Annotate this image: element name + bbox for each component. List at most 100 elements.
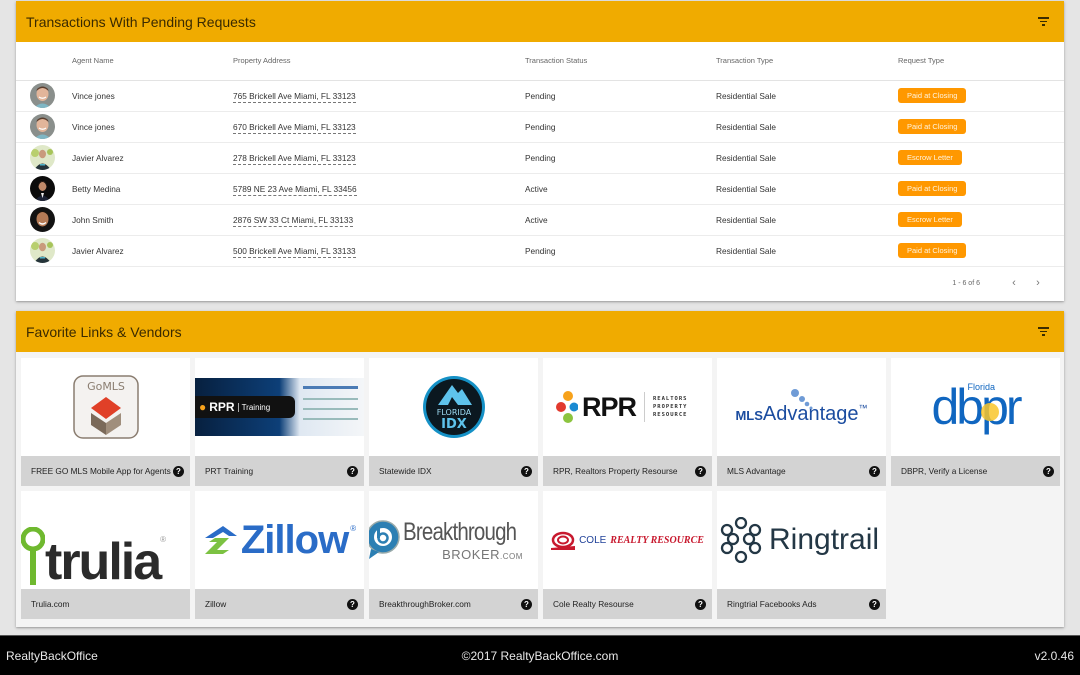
table-row[interactable]: Betty Medina 5789 NE 23 Ave Miami, FL 334… (16, 173, 1064, 205)
transactions-header: Transactions With Pending Requests (16, 1, 1064, 42)
help-icon[interactable]: ? (695, 598, 706, 610)
avatar (30, 114, 55, 139)
help-icon[interactable]: ? (521, 598, 532, 610)
help-icon[interactable]: ? (869, 598, 880, 610)
vendor-logo[interactable]: Florida dbpr (891, 358, 1060, 456)
vendor-tile-gomls[interactable]: GoMLS FREE GO MLS Mobile App for Agents? (21, 358, 190, 486)
vendor-tile-zillow[interactable]: Zillow ® Zillow? (195, 491, 364, 619)
property-address-link[interactable]: 5789 NE 23 Ave Miami, FL 33456 (233, 183, 357, 196)
property-address-link[interactable]: 500 Brickell Ave Miami, FL 33133 (233, 245, 356, 258)
vendor-tile-breakthrough[interactable]: Breakthrough BROKER.COM BreakthroughBroker… (369, 491, 538, 619)
svg-text:FLORIDA: FLORIDA (436, 408, 471, 417)
vendor-caption: FREE GO MLS Mobile App for Agents? (21, 456, 190, 486)
request-type-badge[interactable]: Paid at Closing (898, 243, 967, 258)
vendor-label[interactable]: BreakthroughBroker.com (379, 598, 471, 611)
vendor-tile-ringtrail[interactable]: Ringtrail Ringtrial Facebooks Ads? (717, 491, 886, 619)
help-icon[interactable]: ? (1043, 465, 1054, 477)
florida-idx-logo: FLORIDAIDX (422, 376, 485, 438)
vendor-tile-rpr[interactable]: RPR REALTORS PROPERTY RESOURCE RPR, Realto… (543, 358, 712, 486)
agent-name: Javier Alvarez (72, 235, 233, 267)
gomls-logo-icon: GoMLS (72, 375, 139, 439)
property-address-link[interactable]: 765 Brickell Ave Miami, FL 33123 (233, 90, 356, 103)
request-type-badge[interactable]: Escrow Letter (898, 150, 962, 165)
vendor-label[interactable]: RPR, Realtors Property Resourse (553, 465, 678, 478)
transaction-status: Pending (525, 142, 716, 174)
help-icon[interactable]: ? (695, 465, 706, 477)
column-header-request-type[interactable]: Request Type (898, 42, 1064, 81)
vendor-caption: PRT Training? (195, 456, 364, 486)
property-address-link[interactable]: 278 Brickell Ave Miami, FL 33123 (233, 152, 356, 165)
vendor-logo[interactable]: Ringtrail (717, 491, 886, 589)
trulia-logo: trulia ® (21, 491, 190, 589)
vendor-caption: Zillow? (195, 589, 364, 619)
vendor-logo[interactable]: FLORIDA IDX (369, 358, 538, 456)
vendor-logo[interactable]: RPR REALTORS PROPERTY RESOURCE (543, 358, 712, 456)
footer-brand: RealtyBackOffice (6, 648, 98, 663)
vendor-logo[interactable]: Zillow ® (195, 491, 364, 589)
help-icon[interactable]: ? (521, 465, 532, 477)
table-row[interactable]: Javier Alvarez 278 Brickell Ave Miami, FL… (16, 142, 1064, 174)
column-header-agent-name[interactable]: Agent Name (72, 42, 233, 81)
agent-name: Betty Medina (72, 173, 233, 205)
table-row[interactable]: Vince jones 670 Brickell Ave Miami, FL 33… (16, 111, 1064, 143)
column-header-transaction-type[interactable]: Transaction Type (716, 42, 898, 81)
vendor-caption: Trulia.com (21, 589, 190, 619)
dbpr-logo: Florida dbpr (931, 379, 1022, 435)
vendor-label[interactable]: Zillow (205, 598, 226, 611)
column-header-avatar (16, 42, 72, 81)
vendors-title: Favorite Links & Vendors (26, 323, 182, 340)
avatar (30, 176, 55, 201)
vendor-tile-idx[interactable]: FLORIDA IDX Statewide IDX? (369, 358, 538, 486)
help-icon[interactable]: ? (347, 465, 358, 477)
chevron-left-icon[interactable]: ‹ (1002, 277, 1026, 289)
help-icon[interactable]: ? (869, 465, 880, 477)
vendor-logo[interactable]: ● RPR Training (195, 358, 364, 456)
vendor-tile-trulia[interactable]: trulia ® Trulia.com (21, 491, 190, 619)
transaction-type: Residential Sale (716, 235, 898, 267)
table-row[interactable]: Javier Alvarez 500 Brickell Ave Miami, FL… (16, 235, 1064, 267)
vendor-label[interactable]: PRT Training (205, 465, 253, 478)
request-type-badge[interactable]: Paid at Closing (898, 119, 967, 134)
agent-name: Vince jones (72, 111, 233, 143)
help-icon[interactable]: ? (347, 598, 358, 610)
vendor-label[interactable]: Trulia.com (31, 598, 69, 611)
vendor-tiles-grid: GoMLS FREE GO MLS Mobile App for Agents? ●… (21, 358, 1060, 619)
vendor-label[interactable]: FREE GO MLS Mobile App for Agents (31, 465, 171, 478)
transaction-type: Residential Sale (716, 173, 898, 205)
transactions-title: Transactions With Pending Requests (26, 13, 256, 30)
property-address-link[interactable]: 670 Brickell Ave Miami, FL 33123 (233, 121, 356, 134)
chevron-right-icon[interactable]: › (1026, 277, 1050, 289)
vendor-label[interactable]: DBPR, Verify a License (901, 465, 987, 478)
help-icon[interactable]: ? (173, 465, 184, 477)
vendor-logo[interactable]: Breakthrough BROKER.COM (369, 491, 538, 589)
table-row[interactable]: Vince jones 765 Brickell Ave Miami, FL 33… (16, 80, 1064, 112)
vendor-tile-cole[interactable]: COLE REALTY RESOURCE Cole Realty Resourse? (543, 491, 712, 619)
avatar (30, 83, 55, 108)
vendor-tile-mlsadv[interactable]: MLSAdvantage™ MLS Advantage? (717, 358, 886, 486)
vendor-tile-prt[interactable]: ● RPR Training PRT Training? (195, 358, 364, 486)
vendor-logo[interactable]: MLSAdvantage™ (717, 358, 886, 456)
request-type-badge[interactable]: Paid at Closing (898, 181, 967, 196)
column-header-property-address[interactable]: Property Address (233, 42, 525, 81)
vendor-tile-dbpr[interactable]: Florida dbpr DBPR, Verify a License? (891, 358, 1060, 486)
vendor-logo[interactable]: GoMLS (21, 358, 190, 456)
request-type-badge[interactable]: Escrow Letter (898, 212, 962, 227)
table-row[interactable]: John Smith 2876 SW 33 Ct Miami, FL 33133 A… (16, 204, 1064, 236)
property-address-link[interactable]: 2876 SW 33 Ct Miami, FL 33133 (233, 214, 354, 227)
pagination: 1 - 6 of 6 ‹ › (952, 277, 1050, 289)
pagination-range: 1 - 6 of 6 (952, 279, 980, 287)
vendor-caption: DBPR, Verify a License? (891, 456, 1060, 486)
vendor-label[interactable]: Statewide IDX (379, 465, 432, 478)
filter-list-icon[interactable] (1036, 16, 1050, 28)
filter-list-icon[interactable] (1036, 326, 1050, 338)
vendor-label[interactable]: Ringtrial Facebooks Ads (727, 598, 816, 611)
vendor-caption: Cole Realty Resourse? (543, 589, 712, 619)
request-type-badge[interactable]: Paid at Closing (898, 88, 967, 103)
agent-name: Vince jones (72, 80, 233, 112)
vendor-logo[interactable]: trulia ® (21, 491, 190, 589)
vendor-logo[interactable]: COLE REALTY RESOURCE (543, 491, 712, 589)
avatar (30, 145, 55, 170)
column-header-transaction-status[interactable]: Transaction Status (525, 42, 716, 81)
vendor-label[interactable]: Cole Realty Resourse (553, 598, 634, 611)
vendor-label[interactable]: MLS Advantage (727, 465, 786, 478)
